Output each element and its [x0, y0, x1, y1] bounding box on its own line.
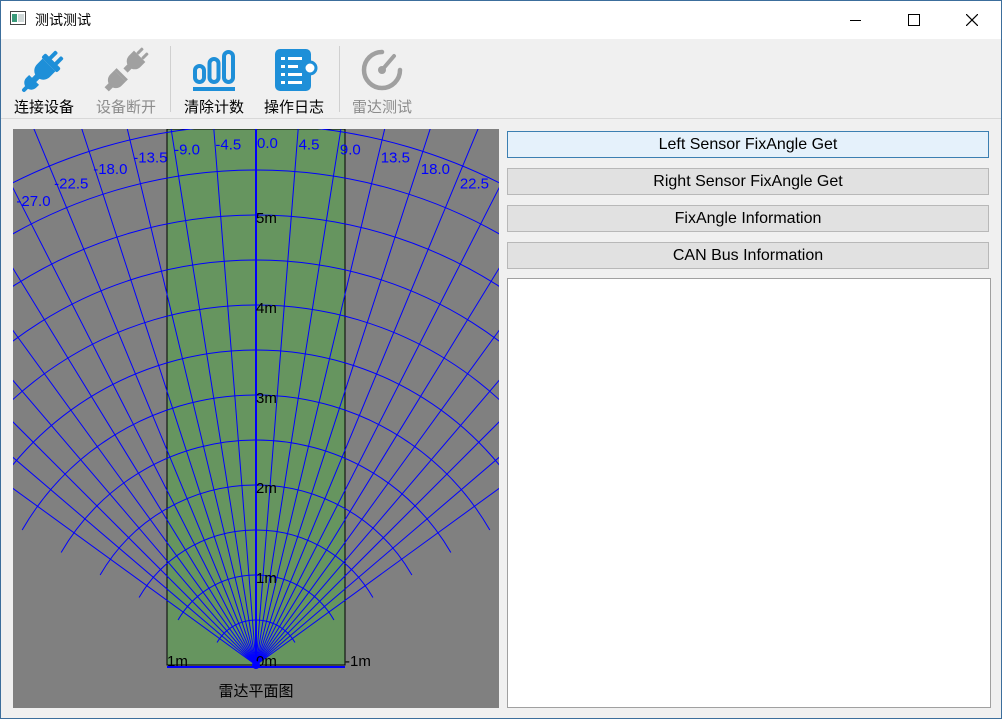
- angle-label: -22.5: [54, 175, 88, 192]
- toolbar: 连接设备 设备断开 清除计数 操作日志 雷达测试: [1, 40, 1001, 119]
- angle-label: 22.5: [460, 175, 489, 192]
- clear-count-icon: [193, 50, 235, 91]
- fixangle-information-button[interactable]: FixAngle Information: [507, 205, 989, 232]
- disconnect-device-label: 设备断开: [95, 98, 156, 116]
- angle-label: 18.0: [421, 161, 450, 178]
- bottom-label-right: -1m: [345, 653, 371, 670]
- angle-label: 0.0: [257, 135, 278, 152]
- operation-log-icon: [275, 49, 318, 91]
- clear-count-button[interactable]: 清除计数: [175, 40, 253, 118]
- minimize-icon: [850, 20, 861, 21]
- radar-test-button[interactable]: 雷达测试: [343, 40, 421, 118]
- angle-label: -4.5: [215, 137, 241, 154]
- minimize-button[interactable]: [827, 1, 885, 39]
- toolbar-separator: [339, 46, 340, 112]
- maximize-button[interactable]: [885, 1, 943, 39]
- operation-log-label: 操作日志: [263, 98, 324, 116]
- radar-test-label: 雷达测试: [351, 98, 412, 116]
- sensor-origin: [252, 661, 260, 669]
- main-window: 测试测试 连接设备 设备断开 清除计数 操作日志 雷达测试 1m 2m 3m 4…: [0, 0, 1002, 719]
- close-button[interactable]: [943, 1, 1001, 39]
- angle-label: -13.5: [133, 150, 167, 167]
- radar-plane-view: 1m 2m 3m 4m 5m -27.0 -22.5 -18.0 -13.5 -9.0 -4.5 0.…: [13, 129, 499, 708]
- close-icon: [966, 14, 978, 26]
- angle-label: 4.5: [299, 137, 320, 154]
- app-icon: [10, 11, 26, 25]
- radar-plot: 1m 2m 3m 4m 5m -27.0-22.5 -18.0 -13.5 -9.0 -4.5 0.…: [13, 129, 499, 670]
- window-title: 测试测试: [35, 13, 91, 29]
- left-sensor-fixangle-get-button[interactable]: Left Sensor FixAngle Get: [507, 131, 989, 158]
- angle-label: -9.0: [174, 142, 200, 159]
- bottom-label-left: 1m: [167, 653, 188, 670]
- angle-label: -27.0: [16, 193, 50, 210]
- range-label: 3m: [256, 390, 277, 407]
- radar-gauge-icon: [361, 49, 403, 91]
- angle-label: 9.0: [340, 142, 361, 159]
- connect-device-button[interactable]: 连接设备: [5, 40, 83, 118]
- toolbar-separator: [170, 46, 171, 112]
- angle-label: -18.0: [93, 161, 127, 178]
- maximize-icon: [908, 14, 920, 26]
- right-sensor-fixangle-get-button[interactable]: Right Sensor FixAngle Get: [507, 168, 989, 195]
- operation-log-button[interactable]: 操作日志: [255, 40, 333, 118]
- clear-count-label: 清除计数: [183, 98, 244, 116]
- range-label: 4m: [256, 300, 277, 317]
- log-text-area[interactable]: [507, 278, 991, 708]
- disconnect-plug-icon: [104, 47, 149, 92]
- range-label: 2m: [256, 480, 277, 497]
- range-label: 5m: [256, 210, 277, 227]
- connect-device-label: 连接设备: [13, 98, 74, 116]
- connect-plug-icon: [22, 50, 64, 92]
- radar-caption: 雷达平面图: [218, 682, 294, 700]
- range-label: 1m: [256, 570, 277, 587]
- angle-label: 13.5: [381, 150, 410, 167]
- disconnect-device-button[interactable]: 设备断开: [87, 40, 165, 118]
- can-bus-information-button[interactable]: CAN Bus Information: [507, 242, 989, 269]
- title-bar: 测试测试: [1, 1, 1001, 39]
